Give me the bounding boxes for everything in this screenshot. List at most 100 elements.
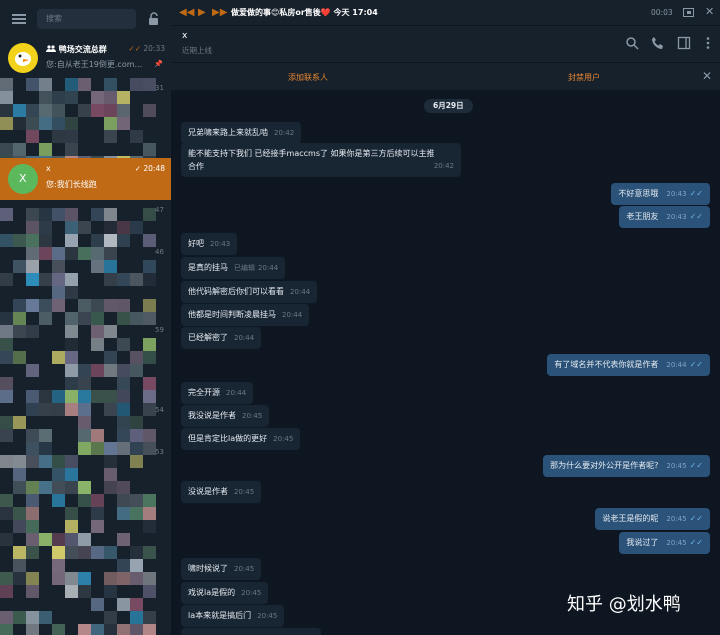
contact-name[interactable]: x: [182, 31, 187, 41]
mosaic-block: [26, 429, 39, 442]
chat-unread-fragment: 54: [155, 406, 164, 414]
message-incoming[interactable]: 他都是时间判断凌晨挂马 20:44: [181, 304, 310, 326]
mosaic-block: [117, 416, 130, 429]
message-outgoing[interactable]: 有了域名并不代表你就是作者 20:44 ✓✓: [547, 354, 710, 376]
mosaic-block: [0, 117, 13, 130]
double-check-icon: ✓✓: [689, 514, 703, 523]
mosaic-block: [130, 559, 143, 572]
mosaic-block: [117, 117, 130, 130]
add-contact-button[interactable]: 添加联系人: [288, 72, 328, 83]
mosaic-block: [78, 416, 91, 429]
mosaic-block: [0, 91, 13, 104]
mosaic-block: [0, 104, 13, 117]
message-outgoing[interactable]: 老王朋友 20:43 ✓✓: [619, 206, 710, 228]
search-icon[interactable]: [625, 36, 639, 50]
mosaic-block: [117, 338, 130, 351]
mosaic-block: [78, 442, 91, 455]
message-incoming[interactable]: la本来就是搞后门 20:45: [181, 605, 285, 627]
mosaic-block: [39, 273, 52, 286]
chat-item-x[interactable]: X x ✓ 20:48 您:我们长线跑: [0, 158, 171, 200]
message-incoming[interactable]: 戏说la是假的 20:45: [181, 582, 269, 604]
mosaic-block: [78, 403, 91, 416]
chat-unread-fragment: 31: [155, 84, 164, 92]
double-check-icon: ✓✓: [689, 212, 703, 221]
sidebar-toggle-icon[interactable]: [677, 36, 691, 50]
mosaic-block: [117, 598, 130, 611]
message-outgoing[interactable]: 说老王是假的呢 20:45 ✓✓: [595, 508, 710, 530]
close-icon[interactable]: ✕: [705, 5, 714, 18]
mosaic-block: [117, 533, 130, 546]
mosaic-block: [65, 286, 78, 299]
message-incoming[interactable]: 好吧 20:43: [181, 233, 238, 255]
mosaic-block: [13, 299, 26, 312]
mosaic-block: [104, 390, 117, 403]
mosaic-block: [130, 312, 143, 325]
double-check-icon: ✓✓: [128, 44, 141, 53]
play-icon[interactable]: ▶: [198, 7, 206, 18]
mosaic-block: [65, 377, 78, 390]
mosaic-block: [104, 130, 117, 143]
mosaic-block: [104, 208, 117, 221]
chat-unread-fragment: 46: [155, 248, 164, 256]
phone-icon[interactable]: [651, 36, 665, 50]
chat-list-sidebar: 搜索 鸭场交流总群 ✓✓ 20:33 您:自从老王19倒更.com... 📌 3…: [0, 0, 171, 635]
message-incoming[interactable]: 但是肯定比la做的更好 20:45: [181, 428, 301, 450]
mosaic-block: [130, 546, 143, 559]
mosaic-block: [104, 364, 117, 377]
mosaic-block: [143, 104, 156, 117]
mosaic-block: [104, 403, 117, 416]
pip-icon[interactable]: [683, 8, 694, 17]
hamburger-menu-icon[interactable]: [12, 14, 26, 24]
mosaic-block: [78, 221, 91, 234]
message-incoming-partial[interactable]: [181, 628, 321, 635]
mosaic-block: [143, 624, 156, 635]
close-action-bar-icon[interactable]: ✕: [702, 69, 712, 83]
more-icon[interactable]: [701, 36, 715, 50]
message-incoming[interactable]: 已经解密了 20:44: [181, 327, 262, 349]
mosaic-block: [52, 130, 65, 143]
mosaic-block: [143, 338, 156, 351]
message-incoming[interactable]: 没说是作者 20:45: [181, 481, 262, 503]
chat-item-group[interactable]: 鸭场交流总群 ✓✓ 20:33 您:自从老王19倒更.com... 📌: [0, 38, 171, 78]
telegram-window: 搜索 鸭场交流总群 ✓✓ 20:33 您:自从老王19倒更.com... 📌 3…: [0, 0, 720, 635]
message-incoming[interactable]: 兄弟啸来路上来就乱啮 20:42: [181, 122, 302, 144]
block-user-button[interactable]: 封禁用户: [568, 72, 600, 83]
mosaic-block: [0, 585, 13, 598]
message-outgoing[interactable]: 那为什么要对外公开是作者呢? 20:45 ✓✓: [543, 455, 710, 477]
chat-time: ✓✓ 20:33: [128, 44, 165, 53]
chat-preview: 您:自从老王19倒更.com...: [46, 60, 143, 69]
next-icon[interactable]: ▶▶: [212, 7, 227, 18]
mosaic-block: [104, 325, 117, 338]
mosaic-block: [26, 117, 39, 130]
message-incoming[interactable]: 能不能支持下我们 已经接手maccms了 如果你是第三方后续可以主推 合作 20:…: [181, 143, 461, 177]
mosaic-block: [52, 117, 65, 130]
mosaic-block: [13, 455, 26, 468]
mosaic-block: [52, 403, 65, 416]
message-outgoing[interactable]: 我说过了 20:45 ✓✓: [619, 532, 710, 554]
message-incoming[interactable]: 是真的挂马 已编辑 20:44: [181, 257, 286, 279]
mosaic-block: [130, 624, 143, 635]
mosaic-block: [39, 104, 52, 117]
mosaic-block: [91, 338, 104, 351]
mosaic-block: [52, 91, 65, 104]
group-avatar: [8, 43, 38, 73]
date-separator: 6月29日: [424, 99, 473, 113]
mosaic-block: [104, 572, 117, 585]
mosaic-block: [65, 546, 78, 559]
message-incoming[interactable]: 我没说是作者 20:45: [181, 405, 270, 427]
mosaic-block: [65, 351, 78, 364]
mosaic-block: [143, 572, 156, 585]
message-incoming[interactable]: 他代码解密后你们可以看看 20:44: [181, 281, 318, 303]
message-outgoing[interactable]: 不好意思哦 20:43 ✓✓: [611, 183, 710, 205]
search-input[interactable]: 搜索: [37, 9, 136, 29]
group-icon: [46, 45, 56, 52]
mosaic-block: [104, 117, 117, 130]
previous-icon[interactable]: ◀◀: [179, 7, 194, 18]
mosaic-block: [78, 546, 91, 559]
lock-icon[interactable]: [148, 12, 160, 26]
mosaic-block: [91, 260, 104, 273]
mosaic-block: [143, 494, 156, 507]
chat-name-text: 鸭场交流总群: [58, 45, 107, 54]
message-incoming[interactable]: 啸时候说了 20:45: [181, 558, 262, 580]
message-incoming[interactable]: 完全开源 20:44: [181, 382, 254, 404]
